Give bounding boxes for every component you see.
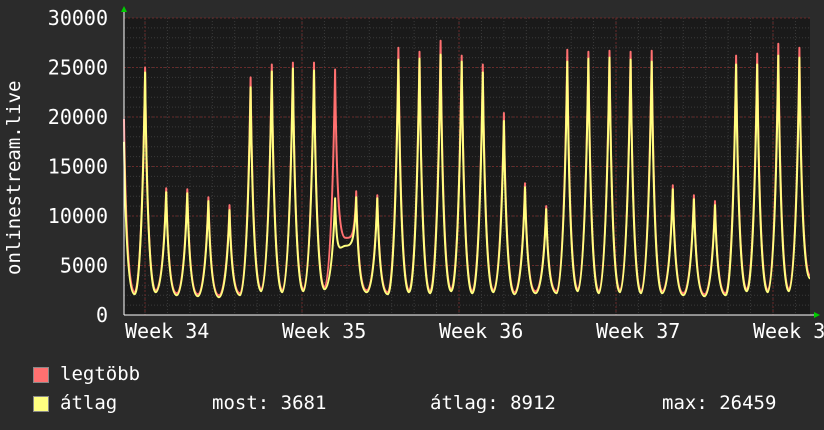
y-tick-label: 25000 bbox=[48, 56, 108, 80]
y-axis-label: onlinestream.live bbox=[3, 81, 25, 275]
stat-max: max: 26459 bbox=[662, 392, 777, 414]
x-tick-label: Week 34 bbox=[125, 319, 209, 343]
stat-average: átlag: 8912 bbox=[430, 392, 556, 414]
chart: 0 5000 10000 15000 20000 25000 30000 Week 34 Wee… bbox=[3, 6, 824, 343]
y-tick-label: 10000 bbox=[48, 204, 108, 228]
y-tick-label: 5000 bbox=[60, 254, 108, 278]
x-tick-label: Week 3 bbox=[753, 319, 824, 343]
legend-avg-swatch bbox=[33, 396, 49, 412]
legend-max-label: legtöbb bbox=[60, 363, 141, 385]
x-axis-arrow bbox=[814, 312, 820, 318]
stat-now: most: 3681 bbox=[212, 392, 327, 414]
y-tick-label: 20000 bbox=[48, 105, 108, 129]
x-tick-label: Week 37 bbox=[596, 319, 680, 343]
legend-avg-label: átlag bbox=[60, 392, 118, 414]
legend-max-swatch bbox=[33, 367, 49, 383]
y-axis-arrow bbox=[121, 6, 127, 12]
x-tick-label: Week 36 bbox=[439, 319, 523, 343]
x-tick-label: Week 35 bbox=[282, 319, 366, 343]
y-tick-label: 15000 bbox=[48, 155, 108, 179]
y-tick-label: 30000 bbox=[48, 6, 108, 30]
y-tick-label: 0 bbox=[96, 303, 108, 327]
